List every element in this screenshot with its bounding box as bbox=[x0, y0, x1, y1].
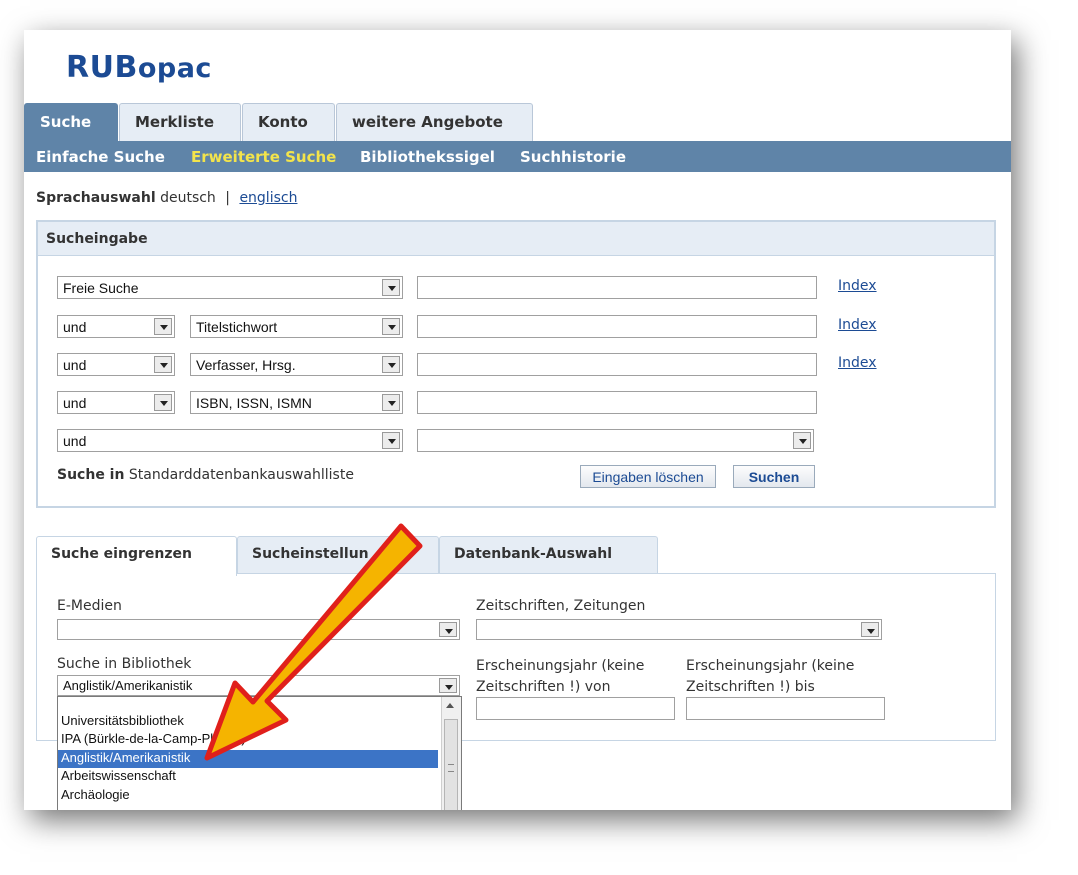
operator-select-3-value: und bbox=[63, 357, 87, 373]
tab-datenbank-auswahl[interactable]: Datenbank-Auswahl bbox=[439, 536, 658, 574]
field-select-3[interactable]: Verfasser, Hrsg. bbox=[190, 353, 403, 376]
scroll-up-icon[interactable] bbox=[446, 703, 454, 708]
field-select-3-value: Verfasser, Hrsg. bbox=[196, 357, 296, 373]
field-select-1-value: Freie Suche bbox=[63, 280, 139, 296]
year-to-label: Erscheinungsjahr (keine Zeitschriften !)… bbox=[686, 656, 854, 698]
field-select-5-value: und bbox=[63, 433, 87, 449]
year-to-label-line2: Zeitschriften !) bis bbox=[686, 679, 815, 695]
database-value: Standarddatenbankauswahlliste bbox=[128, 467, 354, 483]
year-from-label-line1: Erscheinungsjahr (keine bbox=[476, 658, 645, 674]
dropdown-option[interactable]: IPA (Bürkle-de-la-Camp-Platz 1) bbox=[58, 731, 438, 749]
field-select-1[interactable]: Freie Suche bbox=[57, 276, 403, 299]
index-link-3[interactable]: Index bbox=[838, 355, 877, 371]
chevron-down-icon bbox=[382, 356, 400, 373]
search-input-4[interactable] bbox=[417, 391, 817, 414]
chevron-down-icon bbox=[382, 279, 400, 296]
chevron-down-icon bbox=[382, 432, 400, 449]
library-dropdown-list: Universitätsbibliothek IPA (Bürkle-de-la… bbox=[57, 696, 462, 810]
value-select-5[interactable] bbox=[417, 429, 814, 452]
operator-select-4[interactable]: und bbox=[57, 391, 175, 414]
chevron-down-icon bbox=[382, 318, 400, 335]
dropdown-option[interactable]: Archäologie bbox=[58, 787, 438, 805]
chevron-down-icon bbox=[154, 318, 172, 335]
search-input-3[interactable] bbox=[417, 353, 817, 376]
dropdown-option[interactable]: Arbeitswissenschaft bbox=[58, 768, 438, 786]
language-current: deutsch bbox=[160, 190, 216, 206]
nav-suchhistorie[interactable]: Suchhistorie bbox=[520, 148, 626, 166]
year-from-label: Erscheinungsjahr (keine Zeitschriften !)… bbox=[476, 656, 644, 698]
search-button[interactable]: Suchen bbox=[733, 465, 815, 488]
operator-select-3[interactable]: und bbox=[57, 353, 175, 376]
e-medien-label: E-Medien bbox=[57, 598, 122, 614]
year-from-input[interactable] bbox=[476, 697, 675, 720]
operator-select-4-value: und bbox=[63, 395, 87, 411]
language-label: Sprachauswahl bbox=[36, 190, 156, 206]
chevron-down-icon bbox=[793, 432, 811, 449]
index-link-2[interactable]: Index bbox=[838, 317, 877, 333]
dropdown-option-selected[interactable]: Anglistik/Amerikanistik bbox=[58, 750, 438, 768]
field-select-4[interactable]: ISBN, ISSN, ISMN bbox=[190, 391, 403, 414]
logo-rest: opac bbox=[137, 53, 212, 84]
tab-suche-eingrenzen[interactable]: Suche eingrenzen bbox=[36, 536, 237, 576]
tab-konto[interactable]: Konto bbox=[242, 103, 335, 141]
database-info: Suche in Standarddatenbankauswahlliste bbox=[57, 467, 354, 483]
search-input-1[interactable] bbox=[417, 276, 817, 299]
dropdown-option[interactable]: Universitätsbibliothek bbox=[58, 713, 438, 731]
search-input-2[interactable] bbox=[417, 315, 817, 338]
chevron-down-icon bbox=[154, 356, 172, 373]
operator-select-2[interactable]: und bbox=[57, 315, 175, 338]
zeitschriften-select[interactable] bbox=[476, 619, 882, 640]
index-link-1[interactable]: Index bbox=[838, 278, 877, 294]
chevron-down-icon bbox=[382, 394, 400, 411]
e-medien-select[interactable] bbox=[57, 619, 460, 640]
library-label: Suche in Bibliothek bbox=[57, 656, 192, 672]
chevron-down-icon bbox=[439, 678, 457, 693]
database-label: Suche in bbox=[57, 467, 125, 483]
field-select-2[interactable]: Titelstichwort bbox=[190, 315, 403, 338]
tab-sucheinstellungen[interactable]: Sucheinstellun bbox=[237, 536, 439, 574]
logo-bold: RUB bbox=[66, 50, 138, 85]
nav-einfache-suche[interactable]: Einfache Suche bbox=[36, 148, 165, 166]
scrollbar-thumb[interactable] bbox=[444, 719, 458, 810]
year-from-label-line2: Zeitschriften !) von bbox=[476, 679, 611, 695]
chevron-down-icon bbox=[439, 622, 457, 637]
nav-bibliothekssigel[interactable]: Bibliothekssigel bbox=[360, 148, 495, 166]
field-select-2-value: Titelstichwort bbox=[196, 319, 278, 335]
sub-navigation: Einfache Suche Erweiterte Suche Biblioth… bbox=[24, 141, 1011, 172]
nav-erweiterte-suche[interactable]: Erweiterte Suche bbox=[191, 148, 336, 166]
tab-weitere-angebote[interactable]: weitere Angebote bbox=[336, 103, 533, 141]
language-english-link[interactable]: englisch bbox=[239, 190, 297, 206]
field-select-4-value: ISBN, ISSN, ISMN bbox=[196, 395, 312, 411]
grip-icon bbox=[448, 764, 454, 772]
year-to-label-line1: Erscheinungsjahr (keine bbox=[686, 658, 855, 674]
library-select[interactable]: Anglistik/Amerikanistik bbox=[57, 675, 460, 696]
dropdown-scrollbar[interactable] bbox=[441, 697, 461, 810]
tab-merkliste[interactable]: Merkliste bbox=[119, 103, 241, 141]
chevron-down-icon bbox=[154, 394, 172, 411]
library-select-value: Anglistik/Amerikanistik bbox=[63, 678, 193, 693]
chevron-down-icon bbox=[861, 622, 879, 637]
operator-select-2-value: und bbox=[63, 319, 87, 335]
language-separator: | bbox=[225, 190, 230, 206]
zeitschriften-label: Zeitschriften, Zeitungen bbox=[476, 598, 646, 614]
opac-page: RUBopac Suche Merkliste Konto weitere An… bbox=[24, 30, 1011, 810]
rubopac-logo[interactable]: RUBopac bbox=[66, 50, 212, 85]
tab-suche[interactable]: Suche bbox=[24, 103, 118, 141]
search-panel-title: Sucheingabe bbox=[38, 222, 994, 256]
field-select-5[interactable]: und bbox=[57, 429, 403, 452]
clear-inputs-button[interactable]: Eingaben löschen bbox=[580, 465, 716, 488]
year-to-input[interactable] bbox=[686, 697, 885, 720]
language-selector: Sprachauswahl deutsch | englisch bbox=[36, 190, 297, 206]
